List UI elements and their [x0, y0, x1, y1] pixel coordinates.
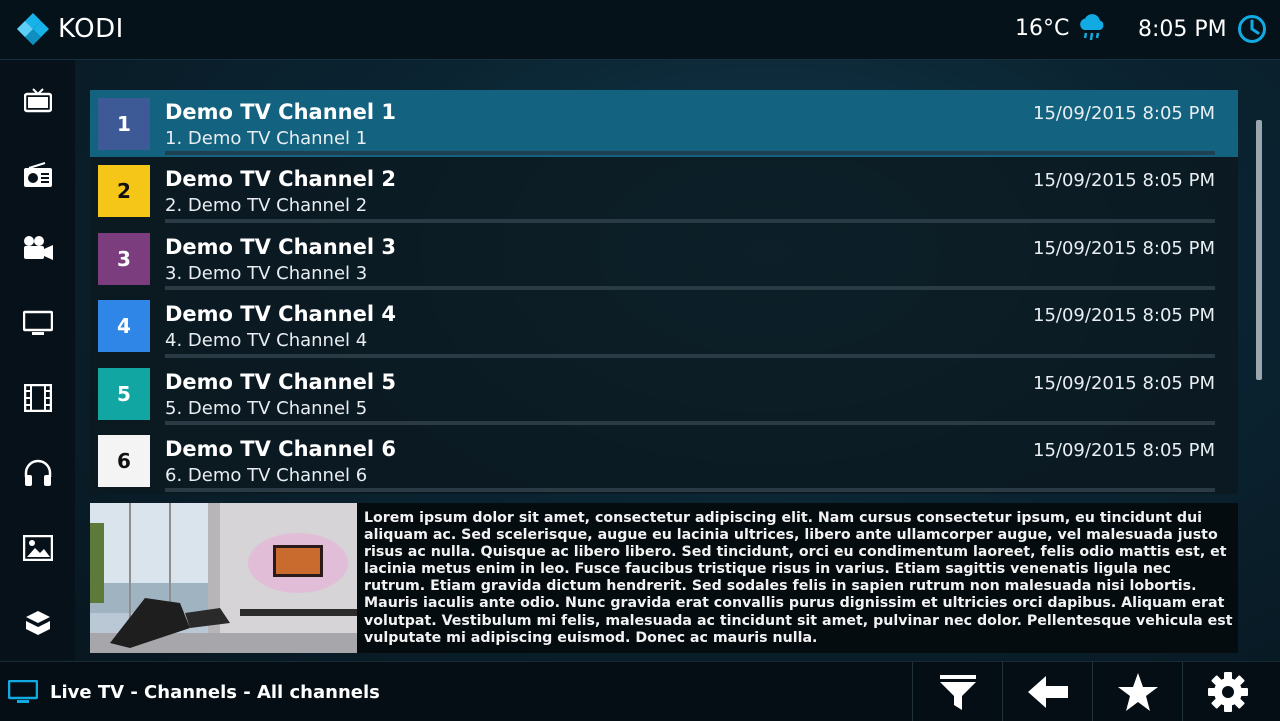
monitor-icon [22, 310, 53, 335]
channel-subtitle: 3. Demo TV Channel 3 [165, 262, 368, 284]
top-bar: KODI 16°C 8:05 PM [0, 0, 1280, 60]
channel-row[interactable]: 2 Demo TV Channel 2 2. Demo TV Channel 2… [90, 157, 1238, 225]
channel-row[interactable]: 3 Demo TV Channel 3 3. Demo TV Channel 3… [90, 224, 1238, 293]
sidebar-item-music[interactable] [0, 448, 75, 498]
channel-datetime: 15/09/2015 8:05 PM [1033, 305, 1215, 327]
sidebar-item-radio[interactable] [0, 150, 75, 200]
clock-widget: 8:05 PM [1138, 14, 1267, 44]
sidebar-item-tv[interactable] [0, 75, 75, 125]
temperature: 16°C [1015, 15, 1070, 41]
bottom-bar: Live TV - Channels - All channels [0, 661, 1280, 721]
back-arrow-icon [1028, 675, 1068, 708]
channel-row[interactable]: 6 Demo TV Channel 6 6. Demo TV Channel 6… [90, 426, 1238, 495]
channel-number-badge: 1 [98, 98, 150, 150]
cloud-rain-icon [1080, 14, 1104, 41]
channel-name: Demo TV Channel 6 [165, 436, 396, 461]
progress-bar [165, 488, 1215, 493]
channel-info-panel: Lorem ipsum dolor sit amet, consectetur … [90, 503, 1238, 653]
channel-number-badge: 6 [98, 434, 150, 487]
channel-row[interactable]: 4 Demo TV Channel 4 4. Demo TV Channel 4… [90, 292, 1238, 360]
channel-number-badge: 4 [98, 300, 150, 353]
progress-bar [165, 420, 1215, 425]
settings-gear-icon [1208, 671, 1248, 712]
channel-datetime: 15/09/2015 8:05 PM [1033, 237, 1215, 259]
channel-subtitle: 4. Demo TV Channel 4 [165, 330, 368, 352]
channel-datetime: 15/09/2015 8:05 PM [1033, 103, 1215, 124]
progress-bar [165, 353, 1215, 358]
kodi-logo[interactable]: KODI [16, 12, 124, 46]
back-button[interactable] [1002, 662, 1093, 721]
settings-button[interactable] [1182, 662, 1273, 721]
channel-datetime: 15/09/2015 8:05 PM [1033, 439, 1215, 461]
kodi-logo-icon [17, 13, 49, 45]
channel-name: Demo TV Channel 5 [165, 369, 396, 394]
sidebar-item-movies[interactable] [0, 223, 75, 273]
channel-datetime: 15/09/2015 8:05 PM [1033, 170, 1215, 192]
channel-number-badge: 3 [98, 232, 150, 285]
movie-camera-icon [23, 236, 53, 260]
sidebar-item-pictures[interactable] [0, 523, 75, 573]
sidebar [0, 60, 75, 660]
channel-name: Demo TV Channel 4 [165, 302, 396, 327]
sidebar-item-tvshows[interactable] [0, 298, 75, 348]
radio-icon [23, 162, 52, 187]
tv-icon [23, 88, 52, 113]
channel-subtitle: 2. Demo TV Channel 2 [165, 195, 368, 217]
channel-subtitle: 5. Demo TV Channel 5 [165, 397, 368, 419]
channel-number-badge: 2 [98, 165, 150, 218]
time: 8:05 PM [1138, 16, 1227, 42]
channel-description: Lorem ipsum dolor sit amet, consectetur … [364, 510, 1233, 646]
filter-button[interactable] [912, 662, 1003, 721]
filter-icon [940, 674, 976, 710]
channel-row[interactable]: 1 Demo TV Channel 1 1. Demo TV Channel 1… [90, 90, 1238, 158]
star-icon [1118, 672, 1158, 711]
channel-name: Demo TV Channel 3 [165, 234, 396, 259]
breadcrumb: Live TV - Channels - All channels [8, 680, 380, 704]
clock-icon [1237, 15, 1266, 43]
breadcrumb-text: Live TV - Channels - All channels [50, 681, 380, 703]
monitor-icon [8, 680, 38, 703]
channel-datetime: 15/09/2015 8:05 PM [1033, 372, 1215, 394]
sidebar-item-addons[interactable] [0, 598, 75, 648]
channel-thumbnail [90, 503, 357, 653]
headphones-icon [24, 459, 51, 486]
channel-name: Demo TV Channel 1 [165, 100, 396, 124]
addons-box-icon [25, 611, 50, 635]
channel-number-badge: 5 [98, 367, 150, 420]
channel-row[interactable]: 5 Demo TV Channel 5 5. Demo TV Channel 5… [90, 359, 1238, 427]
app-name: KODI [58, 14, 124, 44]
channel-list: 1 Demo TV Channel 1 1. Demo TV Channel 1… [90, 90, 1238, 495]
channel-name: Demo TV Channel 2 [165, 167, 396, 192]
scrollbar[interactable] [1256, 120, 1262, 380]
sidebar-item-videos[interactable] [0, 373, 75, 423]
channel-subtitle: 1. Demo TV Channel 1 [165, 128, 368, 149]
progress-bar [165, 218, 1215, 223]
favourites-button[interactable] [1092, 662, 1183, 721]
channel-subtitle: 6. Demo TV Channel 6 [165, 464, 368, 486]
weather-widget[interactable]: 16°C [1015, 14, 1107, 42]
picture-icon [22, 535, 53, 561]
progress-bar [165, 151, 1215, 156]
film-strip-icon [23, 384, 52, 412]
progress-bar [165, 286, 1215, 291]
